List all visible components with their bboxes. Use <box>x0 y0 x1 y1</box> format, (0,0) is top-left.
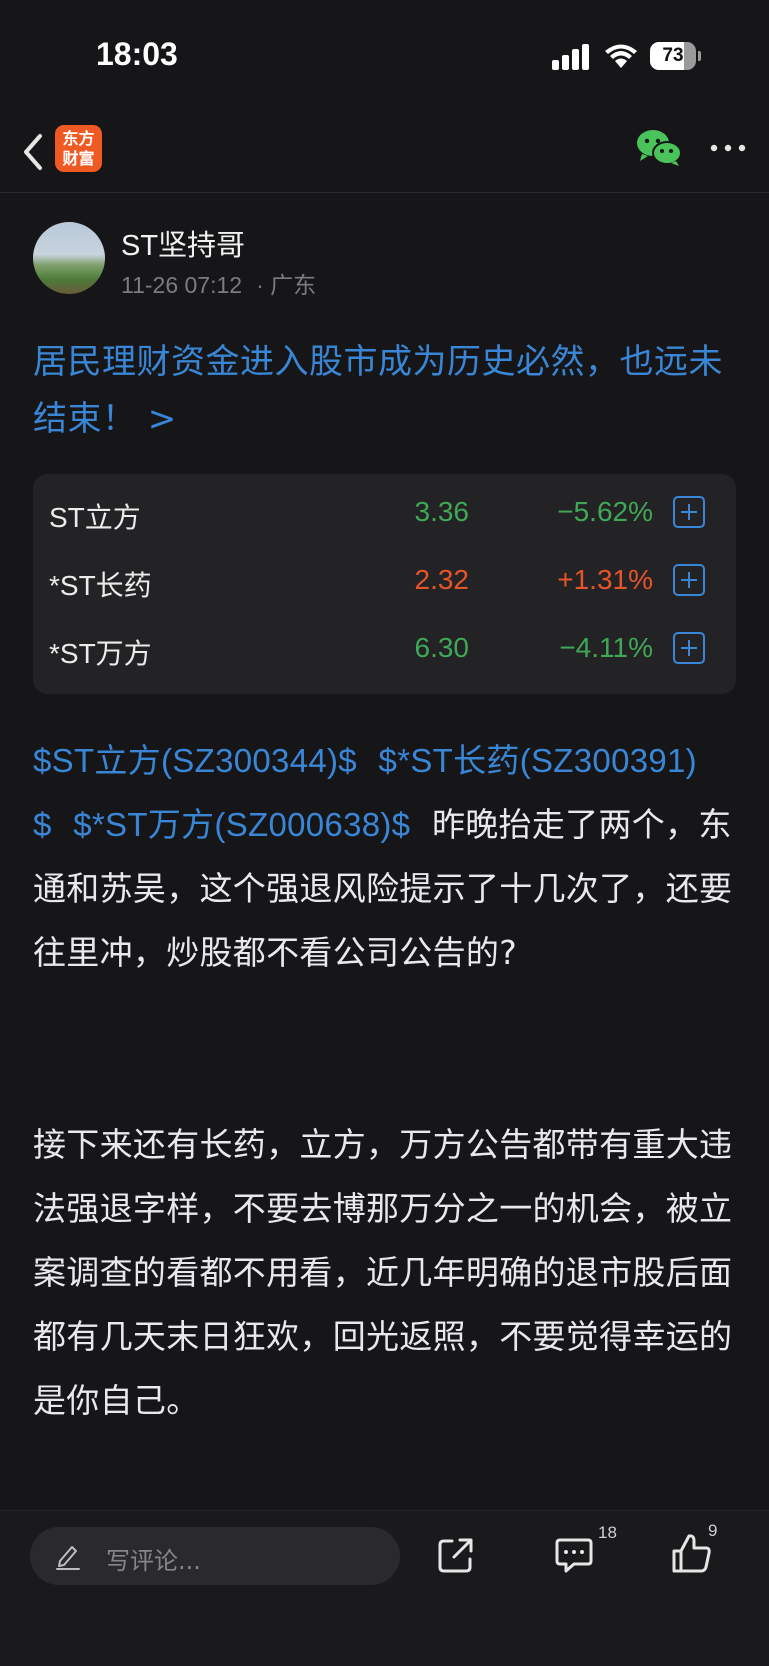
stock-price: 6.30 <box>414 632 470 663</box>
post-meta: 11-26 07:12 · 广东 <box>121 266 330 300</box>
comment-placeholder: 写评论... <box>106 1547 201 1575</box>
post-paragraph-2: 接下来还有长药，立方，万方公告都带有重大违法强退字样，不要去博那万分之一的机会，… <box>33 1125 733 1420</box>
like-count: 9 <box>708 1521 718 1540</box>
pen-icon <box>56 1546 80 1570</box>
battery-level: 73 <box>662 45 684 66</box>
status-time: 18:03 <box>96 36 178 72</box>
stock-name: *ST万方 <box>49 638 152 669</box>
author-avatar[interactable] <box>33 222 105 294</box>
comment-count: 18 <box>598 1523 617 1542</box>
status-bar: 18:03 73 <box>0 0 769 110</box>
add-watchlist-icon[interactable] <box>673 632 705 664</box>
stock-name: *ST长药 <box>49 570 152 601</box>
author-header: ST坚持哥 11-26 07:12 · 广东 <box>33 222 733 300</box>
bottom-action-bar: 写评论... 18 9 <box>0 1510 769 1666</box>
share-icon[interactable] <box>436 1535 476 1575</box>
post-paragraph-1: $ST立方(SZ300344)$ $*ST长药(SZ300391)$ $*ST万… <box>33 729 739 985</box>
comment-icon[interactable] <box>554 1535 594 1575</box>
stock-name: ST立方 <box>49 502 141 533</box>
back-arrow-icon[interactable] <box>18 130 48 174</box>
stock-change: +1.31% <box>557 564 653 595</box>
stock-link[interactable]: $*ST万方(SZ000638)$ <box>73 806 410 843</box>
post-location: · 广东 <box>256 272 317 298</box>
more-options-icon[interactable] <box>708 138 748 158</box>
add-watchlist-icon[interactable] <box>673 496 705 528</box>
stock-card: ST立方 3.36 −5.62% *ST长药 2.32 +1.31% *ST万方… <box>33 474 736 694</box>
stock-change: −5.62% <box>557 496 653 527</box>
wifi-icon <box>605 44 637 68</box>
post-body: $ST立方(SZ300344)$ $*ST长药(SZ300391)$ $*ST万… <box>33 729 739 1433</box>
add-watchlist-icon[interactable] <box>673 564 705 596</box>
stock-price: 3.36 <box>414 496 470 527</box>
stock-row[interactable]: ST立方 3.36 −5.62% <box>33 482 736 550</box>
battery-icon: 73 <box>650 42 702 70</box>
app-logo[interactable]: 东方 财富 <box>55 125 102 172</box>
logo-text-line1: 东方 <box>62 129 95 148</box>
stock-change: −4.11% <box>559 632 653 663</box>
stock-link[interactable]: $ST立方(SZ300344)$ <box>33 742 357 779</box>
logo-text-line2: 财富 <box>62 149 95 168</box>
cellular-signal-icon <box>552 44 589 70</box>
comment-input[interactable]: 写评论... <box>30 1527 400 1585</box>
topic-link[interactable]: 居民理财资金进入股市成为历史必然，也远未结束！ > <box>33 334 738 448</box>
post-date: 11-26 07:12 <box>121 272 243 298</box>
stock-row[interactable]: *ST长药 2.32 +1.31% <box>33 550 736 618</box>
stock-row[interactable]: *ST万方 6.30 −4.11% <box>33 618 736 686</box>
author-name[interactable]: ST坚持哥 <box>121 222 245 264</box>
wechat-share-icon[interactable] <box>636 128 682 168</box>
nav-bar: 东方 财富 <box>0 112 769 193</box>
stock-price: 2.32 <box>414 564 470 595</box>
